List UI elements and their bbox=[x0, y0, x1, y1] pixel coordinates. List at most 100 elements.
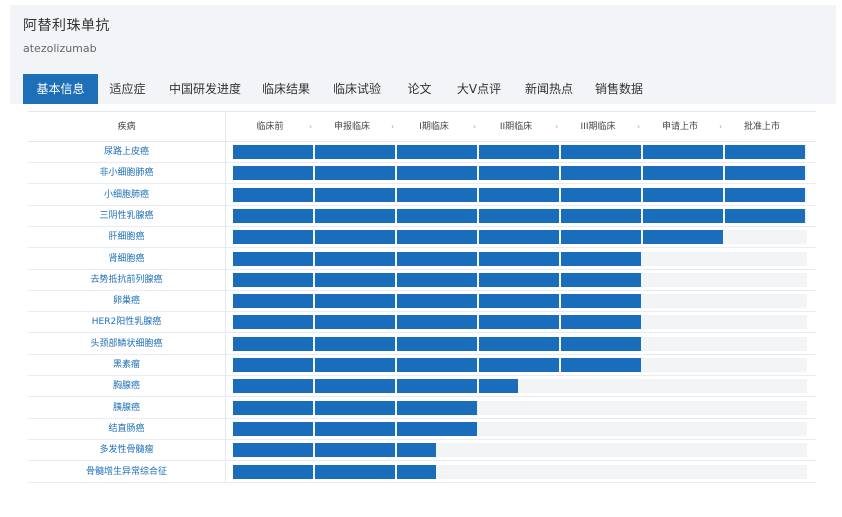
progress-segment bbox=[315, 379, 395, 394]
progress-segment bbox=[315, 294, 395, 309]
disease-link[interactable]: 结直肠癌 bbox=[28, 418, 226, 439]
disease-link[interactable]: 头颈部鳞状细胞癌 bbox=[28, 333, 226, 354]
table-row: 三阴性乳腺癌 bbox=[28, 205, 816, 227]
table-row: 肾细胞癌 bbox=[28, 248, 816, 270]
progress-track bbox=[233, 208, 807, 223]
table-row: 非小细胞肺癌 bbox=[28, 163, 816, 185]
progress-segment bbox=[561, 166, 641, 181]
tab-bar: 基本信息 适应症 中国研发进度 临床结果 临床试验 论文 大V点评 新闻热点 销售数据 bbox=[23, 74, 654, 104]
tab-0[interactable]: 基本信息 bbox=[23, 74, 98, 104]
table-row: 结直肠癌 bbox=[28, 418, 816, 440]
disease-link[interactable]: 三阴性乳腺癌 bbox=[28, 205, 226, 226]
table-row: HER2阳性乳腺癌 bbox=[28, 312, 816, 334]
progress-segment bbox=[315, 187, 395, 202]
progress-segment bbox=[643, 187, 723, 202]
tab-1[interactable]: 适应症 bbox=[98, 74, 157, 104]
chevron-right-icon: › bbox=[309, 122, 313, 131]
progress-segment bbox=[315, 464, 395, 479]
disease-link[interactable]: 黑素瘤 bbox=[28, 355, 226, 375]
drug-panel: 阿替利珠单抗 atezolizumab 基本信息 适应症 中国研发进度 临床结果 临床试… bbox=[10, 5, 836, 511]
progress-segment bbox=[397, 251, 477, 266]
tab-8[interactable]: 销售数据 bbox=[584, 74, 654, 104]
tab-6[interactable]: 大V点评 bbox=[444, 74, 514, 104]
progress-segment bbox=[479, 166, 559, 181]
disease-link[interactable]: 尿路上皮癌 bbox=[28, 142, 226, 162]
progress-segment bbox=[315, 315, 395, 330]
progress-segment bbox=[233, 294, 313, 309]
progress-track bbox=[233, 166, 807, 181]
table-row: 卵巢癌 bbox=[28, 291, 816, 313]
table-row: 肝细胞癌 bbox=[28, 227, 816, 249]
table-row: 去势抵抗前列腺癌 bbox=[28, 269, 816, 291]
tab-5[interactable]: 论文 bbox=[395, 74, 444, 104]
disease-link[interactable]: 骨髓增生异常综合征 bbox=[28, 461, 226, 482]
disease-link[interactable]: 胰腺癌 bbox=[28, 397, 226, 418]
disease-link[interactable]: 胸腺癌 bbox=[28, 376, 226, 397]
progress-segment bbox=[397, 464, 436, 479]
progress-segment bbox=[233, 208, 313, 223]
progress-segment bbox=[561, 187, 641, 202]
chevron-right-icon: › bbox=[555, 122, 559, 131]
progress-segment bbox=[315, 358, 395, 372]
progress-track bbox=[233, 464, 807, 479]
progress-segment bbox=[233, 358, 313, 372]
content-area: 疾病 临床前 › 申报临床 › I期临床 › II期临床 › III期临床 › 申请上市 › 批准上市 … bbox=[10, 104, 836, 511]
tab-3[interactable]: 临床结果 bbox=[253, 74, 319, 104]
progress-segment bbox=[479, 336, 559, 351]
progress-segment bbox=[233, 145, 313, 159]
disease-link[interactable]: 肝细胞癌 bbox=[28, 227, 226, 248]
progress-segment bbox=[233, 443, 313, 458]
progress-segment bbox=[479, 272, 559, 287]
progress-track bbox=[233, 315, 807, 330]
progress-segment bbox=[479, 379, 518, 394]
progress-segment bbox=[725, 208, 805, 223]
disease-link[interactable]: 卵巢癌 bbox=[28, 291, 226, 312]
disease-link[interactable]: 非小细胞肺癌 bbox=[28, 163, 226, 184]
drug-name-cn: 阿替利珠单抗 bbox=[23, 18, 110, 34]
progress-segment bbox=[643, 230, 723, 245]
table-row: 头颈部鳞状细胞癌 bbox=[28, 333, 816, 355]
progress-track bbox=[233, 294, 807, 309]
progress-segment bbox=[561, 336, 641, 351]
progress-segment bbox=[479, 294, 559, 309]
progress-segment bbox=[397, 400, 477, 415]
progress-segment bbox=[479, 358, 559, 372]
table-row: 尿路上皮癌 bbox=[28, 142, 816, 163]
tab-7[interactable]: 新闻热点 bbox=[514, 74, 584, 104]
progress-segment bbox=[397, 315, 477, 330]
chevron-right-icon: › bbox=[719, 122, 723, 131]
progress-segment bbox=[397, 187, 477, 202]
tab-2[interactable]: 中国研发进度 bbox=[157, 74, 253, 104]
table-header: 疾病 临床前 › 申报临床 › I期临床 › II期临床 › III期临床 › 申请上市 › 批准上市 bbox=[28, 111, 816, 142]
progress-track bbox=[233, 230, 807, 245]
progress-track bbox=[233, 379, 807, 394]
progress-segment bbox=[561, 230, 641, 245]
progress-segment bbox=[479, 145, 559, 159]
chevron-right-icon: › bbox=[473, 122, 477, 131]
progress-segment bbox=[397, 358, 477, 372]
phase-header-1: 申报临床 bbox=[333, 122, 370, 132]
progress-track bbox=[233, 145, 807, 159]
tab-4[interactable]: 临床试验 bbox=[319, 74, 395, 104]
progress-segment bbox=[233, 230, 313, 245]
disease-link[interactable]: HER2阳性乳腺癌 bbox=[28, 312, 226, 333]
disease-link[interactable]: 小细胞肺癌 bbox=[28, 184, 226, 205]
progress-segment bbox=[233, 272, 313, 287]
progress-segment bbox=[479, 230, 559, 245]
progress-segment bbox=[397, 230, 477, 245]
progress-segment bbox=[725, 145, 805, 159]
progress-segment bbox=[479, 187, 559, 202]
table-row: 黑素瘤 bbox=[28, 355, 816, 376]
progress-segment bbox=[233, 187, 313, 202]
phase-header-6: 批准上市 bbox=[743, 122, 780, 132]
progress-segment bbox=[397, 208, 477, 223]
disease-link[interactable]: 多发性骨髓瘤 bbox=[28, 440, 226, 461]
progress-segment bbox=[725, 166, 805, 181]
progress-segment bbox=[233, 379, 313, 394]
progress-track bbox=[233, 187, 807, 202]
progress-segment bbox=[561, 145, 641, 159]
progress-segment bbox=[233, 166, 313, 181]
disease-link[interactable]: 去势抵抗前列腺癌 bbox=[28, 269, 226, 290]
disease-link[interactable]: 肾细胞癌 bbox=[28, 248, 226, 269]
phase-header-4: III期临床 bbox=[580, 122, 616, 132]
